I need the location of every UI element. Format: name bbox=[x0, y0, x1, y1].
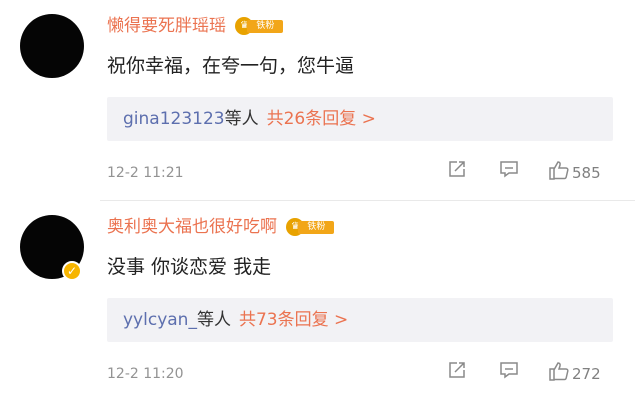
fan-badge[interactable]: ♛ 铁粉 bbox=[235, 17, 285, 35]
thumbs-up-icon[interactable] bbox=[547, 158, 571, 188]
comment-icon[interactable] bbox=[498, 158, 520, 188]
comment-icon[interactable] bbox=[498, 359, 520, 389]
comment-actions: 272 bbox=[440, 359, 620, 389]
comment-timestamp: 12-2 11:21 bbox=[107, 165, 184, 181]
fan-badge-label: 铁粉 bbox=[298, 221, 335, 234]
reply-mid-text: 等人 bbox=[196, 310, 231, 330]
comment-text: 祝你幸福，在夸一句，您牛逼 bbox=[107, 55, 355, 77]
share-icon[interactable] bbox=[446, 158, 468, 188]
fan-badge[interactable]: ♛ 铁粉 bbox=[286, 218, 336, 236]
username-link[interactable]: 奥利奥大福也很好吃啊 ♛ 铁粉 bbox=[107, 215, 336, 239]
verified-icon: ✓ bbox=[62, 261, 82, 281]
thumbs-up-icon[interactable] bbox=[547, 359, 571, 389]
replies-link[interactable]: gina123123等人 共26条回复 > bbox=[123, 106, 376, 132]
reply-user-link[interactable]: yylcyan_ bbox=[123, 310, 197, 330]
fan-badge-label: 铁粉 bbox=[247, 20, 284, 33]
comment-text: 没事 你谈恋爱 我走 bbox=[107, 256, 272, 278]
like-count: 272 bbox=[572, 365, 601, 383]
username-text[interactable]: 懒得要死胖瑶瑶 bbox=[107, 16, 226, 36]
comment-timestamp: 12-2 11:20 bbox=[107, 366, 184, 382]
avatar[interactable] bbox=[20, 14, 84, 78]
comment-actions: 585 bbox=[440, 158, 620, 188]
username-text[interactable]: 奥利奥大福也很好吃啊 bbox=[107, 217, 277, 237]
reply-mid-text: 等人 bbox=[224, 109, 259, 129]
share-icon[interactable] bbox=[446, 359, 468, 389]
username-link[interactable]: 懒得要死胖瑶瑶 ♛ 铁粉 bbox=[107, 14, 285, 38]
replies-link[interactable]: yylcyan_等人 共73条回复 > bbox=[123, 307, 348, 333]
replies-preview[interactable]: yylcyan_等人 共73条回复 > bbox=[107, 298, 613, 342]
comment-item: 懒得要死胖瑶瑶 ♛ 铁粉 祝你幸福，在夸一句，您牛逼 gina123123等人共… bbox=[0, 0, 635, 201]
reply-total-link[interactable]: 共26条回复 > bbox=[267, 109, 376, 129]
replies-preview[interactable]: gina123123等人 共26条回复 > bbox=[107, 97, 613, 141]
reply-total-link[interactable]: 共73条回复 > bbox=[239, 310, 348, 330]
reply-user-link[interactable]: gina123123 bbox=[123, 109, 225, 129]
comment-item: ✓ 奥利奥大福也很好吃啊 ♛ 铁粉 没事 你谈恋爱 我走 yylcyan_等人共… bbox=[0, 201, 635, 402]
like-count: 585 bbox=[572, 164, 601, 182]
